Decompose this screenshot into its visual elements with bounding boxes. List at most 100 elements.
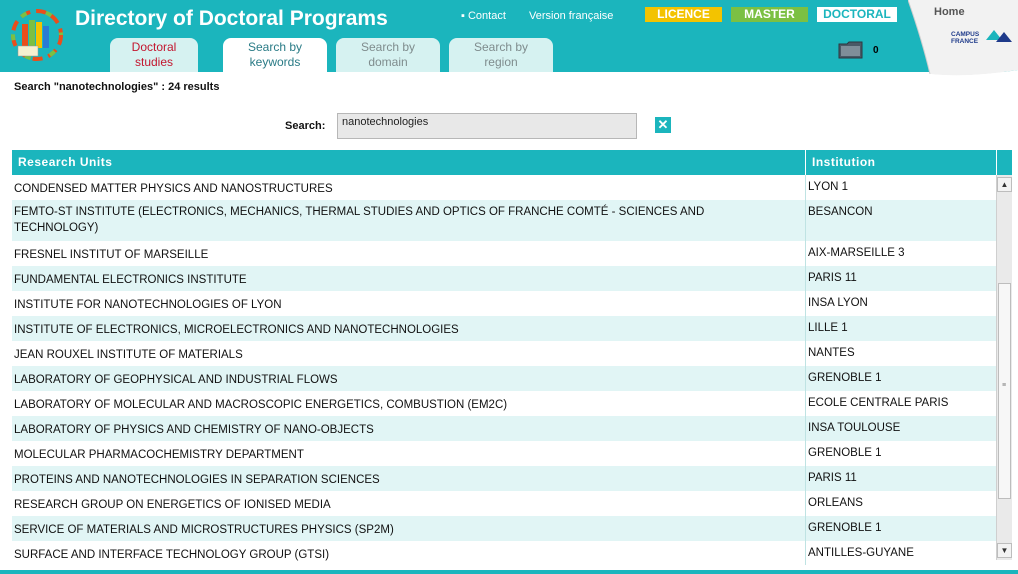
table-row[interactable]: SERVICE OF MATERIALS AND MICROSTRUCTURES…: [12, 516, 996, 541]
tab-line2: domain: [368, 55, 408, 69]
contact-label: Contact: [467, 10, 506, 22]
research-unit-cell[interactable]: MOLECULAR PHARMACOCHEMISTRY DEPARTMENT: [14, 447, 774, 463]
research-unit-cell[interactable]: CONDENSED MATTER PHYSICS AND NANOSTRUCTU…: [14, 181, 774, 197]
header-divider: [996, 150, 997, 175]
institution-cell: INSA TOULOUSE: [808, 422, 901, 434]
table-row[interactable]: INSTITUTE FOR NANOTECHNOLOGIES OF LYON I…: [12, 291, 996, 316]
institution-cell: LYON 1: [808, 181, 849, 193]
table-row[interactable]: FUNDAMENTAL ELECTRONICS INSTITUTE PARIS …: [12, 266, 996, 291]
doctoral-badge[interactable]: DOCTORAL: [817, 7, 897, 22]
institution-cell: AIX-MARSEILLE 3: [808, 247, 905, 259]
institution-cell: GRENOBLE 1: [808, 447, 882, 459]
column-divider: [805, 516, 806, 541]
column-divider: [805, 200, 806, 241]
tab-search-domain[interactable]: Search by domain: [336, 38, 440, 72]
tab-line1: Search by: [360, 40, 416, 54]
column-divider: [805, 266, 806, 291]
scroll-down-icon[interactable]: ▼: [997, 543, 1012, 558]
master-badge[interactable]: MASTER: [731, 7, 808, 22]
tab-line1: Search by: [473, 40, 529, 54]
column-divider: [805, 366, 806, 391]
research-unit-cell[interactable]: LABORATORY OF GEOPHYSICAL AND INDUSTRIAL…: [14, 372, 774, 388]
search-label: Search:: [285, 120, 326, 132]
tab-search-keywords[interactable]: Search by keywords: [223, 38, 327, 72]
table-row[interactable]: SURFACE AND INTERFACE TECHNOLOGY GROUP (…: [12, 541, 996, 565]
close-icon[interactable]: ✕: [655, 117, 671, 133]
column-divider: [805, 466, 806, 491]
table-row[interactable]: CONDENSED MATTER PHYSICS AND NANOSTRUCTU…: [12, 175, 996, 200]
tab-doctoral-studies[interactable]: Doctoral studies: [110, 38, 198, 72]
svg-text:FRANCE: FRANCE: [951, 38, 979, 45]
tab-line2: region: [484, 55, 518, 69]
site-header: Directory of Doctoral Programs ▪ Contact…: [0, 0, 1018, 72]
scroll-up-icon[interactable]: ▲: [997, 177, 1012, 192]
tab-line1: Search by: [247, 40, 303, 54]
home-link[interactable]: Home: [934, 6, 965, 18]
tab-line1: Doctoral: [131, 40, 177, 54]
french-version-link[interactable]: Version française: [529, 10, 613, 22]
research-unit-cell[interactable]: FRESNEL INSTITUT OF MARSEILLE: [14, 247, 774, 263]
results-table-body: CONDENSED MATTER PHYSICS AND NANOSTRUCTU…: [12, 175, 996, 565]
table-row[interactable]: LABORATORY OF PHYSICS AND CHEMISTRY OF N…: [12, 416, 996, 441]
search-input[interactable]: [337, 113, 637, 139]
column-divider: [805, 241, 806, 266]
table-row[interactable]: INSTITUTE OF ELECTRONICS, MICROELECTRONI…: [12, 316, 996, 341]
institution-cell: INSA LYON: [808, 297, 868, 309]
column-divider: [805, 491, 806, 516]
books-logo-icon[interactable]: [8, 6, 66, 64]
research-unit-cell[interactable]: SERVICE OF MATERIALS AND MICROSTRUCTURES…: [14, 522, 774, 538]
tab-line2: studies: [134, 55, 174, 69]
grip-icon: ≡: [1002, 382, 1007, 389]
table-row[interactable]: PROTEINS AND NANOTECHNOLOGIES IN SEPARAT…: [12, 466, 996, 491]
institution-cell: NANTES: [808, 347, 855, 359]
column-divider: [805, 416, 806, 441]
institution-cell: GRENOBLE 1: [808, 372, 882, 384]
table-scrollbar[interactable]: ▲ ≡ ▼: [996, 175, 1012, 560]
bottom-border: [0, 570, 1018, 574]
table-row[interactable]: FEMTO-ST INSTITUTE (ELECTRONICS, MECHANI…: [12, 200, 996, 241]
institution-cell: BESANCON: [808, 206, 873, 218]
licence-badge[interactable]: LICENCE: [645, 7, 722, 22]
institution-cell: GRENOBLE 1: [808, 522, 882, 534]
column-divider: [805, 316, 806, 341]
institution-cell: PARIS 11: [808, 472, 857, 484]
basket-count: 0: [873, 45, 879, 56]
institution-cell: ECOLE CENTRALE PARIS: [808, 397, 949, 409]
institution-cell: ANTILLES-GUYANE: [808, 547, 914, 559]
header-divider: [805, 150, 806, 175]
column-divider: [805, 175, 806, 200]
institution-cell: LILLE 1: [808, 322, 848, 334]
research-unit-cell[interactable]: LABORATORY OF MOLECULAR AND MACROSCOPIC …: [14, 397, 774, 413]
column-divider: [805, 341, 806, 366]
column-divider: [805, 541, 806, 565]
institution-cell: ORLEANS: [808, 497, 863, 509]
table-row[interactable]: RESEARCH GROUP ON ENERGETICS OF IONISED …: [12, 491, 996, 516]
table-header: Research Units Institution: [12, 150, 1012, 175]
table-row[interactable]: JEAN ROUXEL INSTITUTE OF MATERIALS NANTE…: [12, 341, 996, 366]
research-unit-cell[interactable]: JEAN ROUXEL INSTITUTE OF MATERIALS: [14, 347, 774, 363]
research-unit-cell[interactable]: FUNDAMENTAL ELECTRONICS INSTITUTE: [14, 272, 774, 288]
scrollbar-thumb[interactable]: ≡: [998, 283, 1011, 499]
contact-link[interactable]: ▪ Contact: [461, 10, 506, 22]
table-row[interactable]: FRESNEL INSTITUT OF MARSEILLE AIX-MARSEI…: [12, 241, 996, 266]
results-summary: Search "nanotechnologies" : 24 results: [14, 81, 220, 93]
tab-search-region[interactable]: Search by region: [449, 38, 553, 72]
header-institution[interactable]: Institution: [812, 155, 875, 169]
research-unit-cell[interactable]: INSTITUTE OF ELECTRONICS, MICROELECTRONI…: [14, 322, 774, 338]
column-divider: [805, 291, 806, 316]
column-divider: [805, 441, 806, 466]
research-unit-cell[interactable]: SURFACE AND INTERFACE TECHNOLOGY GROUP (…: [14, 547, 774, 563]
research-unit-cell[interactable]: LABORATORY OF PHYSICS AND CHEMISTRY OF N…: [14, 422, 774, 438]
research-unit-cell[interactable]: INSTITUTE FOR NANOTECHNOLOGIES OF LYON: [14, 297, 774, 313]
research-unit-cell[interactable]: FEMTO-ST INSTITUTE (ELECTRONICS, MECHANI…: [14, 204, 774, 236]
header-research-units[interactable]: Research Units: [18, 155, 112, 169]
research-unit-cell[interactable]: PROTEINS AND NANOTECHNOLOGIES IN SEPARAT…: [14, 472, 774, 488]
research-unit-cell[interactable]: RESEARCH GROUP ON ENERGETICS OF IONISED …: [14, 497, 774, 513]
table-row[interactable]: LABORATORY OF GEOPHYSICAL AND INDUSTRIAL…: [12, 366, 996, 391]
site-title: Directory of Doctoral Programs: [75, 7, 388, 30]
tab-line2: keywords: [249, 55, 301, 69]
table-row[interactable]: LABORATORY OF MOLECULAR AND MACROSCOPIC …: [12, 391, 996, 416]
institution-cell: PARIS 11: [808, 272, 857, 284]
table-row[interactable]: MOLECULAR PHARMACOCHEMISTRY DEPARTMENT G…: [12, 441, 996, 466]
folder-basket-icon[interactable]: [838, 40, 864, 60]
